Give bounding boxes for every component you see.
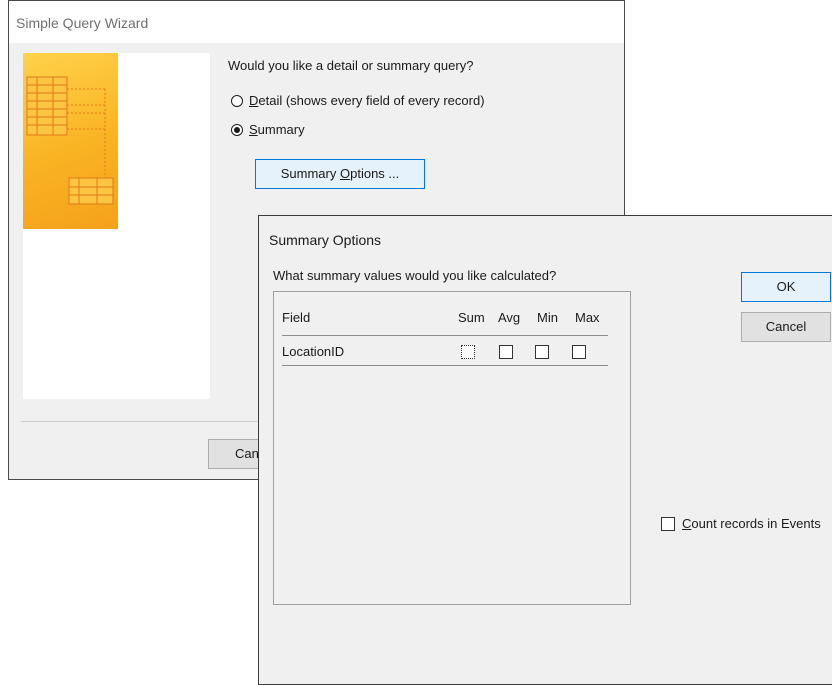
grid-header-rule [282,335,608,336]
column-min: Min [537,310,558,325]
summary-query-illustration [23,53,118,229]
wizard-title: Simple Query Wizard [9,1,624,43]
column-field: Field [282,310,311,325]
dialog-question: What summary values would you like calcu… [273,268,557,283]
column-sum: Sum [458,310,485,325]
table-illustration-icon [26,76,114,205]
summary-options-dialog: Summary Options What summary values woul… [258,215,832,685]
summary-radio-option[interactable]: Summary [231,122,305,137]
count-records-checkbox[interactable] [661,516,675,531]
max-checkbox[interactable] [572,345,586,359]
dialog-title: Summary Options [269,232,382,248]
count-records-option[interactable]: Count records in Events [661,516,821,531]
detail-label: Detail (shows every field of every recor… [249,93,485,108]
ok-button[interactable]: OK [741,272,831,302]
detail-radio[interactable] [231,94,243,107]
min-checkbox[interactable] [535,345,549,359]
avg-checkbox[interactable] [499,345,513,359]
summary-radio[interactable] [231,123,243,136]
cancel-button[interactable]: Cancel [741,312,831,342]
detail-radio-option[interactable]: Detail (shows every field of every recor… [231,93,485,108]
column-avg: Avg [498,310,521,325]
count-records-label: Count records in Events [682,516,821,531]
wizard-question: Would you like a detail or summary query… [228,58,474,73]
summary-label: Summary [249,122,305,137]
sum-checkbox[interactable] [461,345,475,359]
grid-header: Field Sum Avg Min Max [282,292,608,325]
column-max: Max [575,310,600,325]
wizard-illustration-panel [23,53,210,399]
row-field-name: LocationID [282,344,345,359]
summary-values-grid: Field Sum Avg Min Max LocationID [273,291,631,605]
grid-row-rule [282,365,608,366]
summary-options-button[interactable]: Summary Options ... [255,159,425,189]
